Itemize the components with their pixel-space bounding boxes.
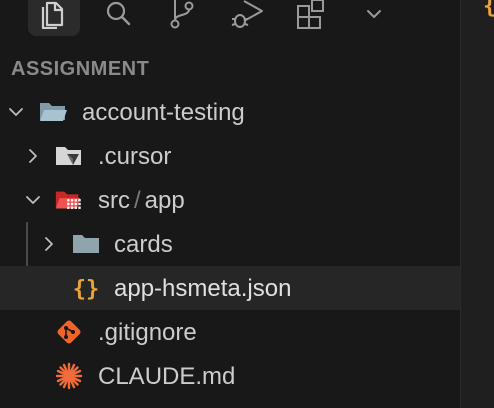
more-views-button[interactable] — [348, 0, 400, 36]
tree-item-app-hsmeta-json[interactable]: {} app-hsmeta.json — [0, 266, 460, 310]
folder-icon — [71, 230, 101, 258]
editor-area[interactable]: { — [461, 0, 494, 408]
chevron-right-icon — [45, 237, 53, 251]
extensions-button[interactable] — [284, 0, 336, 36]
explorer-button[interactable] — [28, 0, 80, 36]
editor-text-fragment: { — [483, 0, 494, 19]
tree-item-label: .cursor — [98, 143, 172, 170]
tree-item-gitignore[interactable]: .gitignore — [0, 310, 460, 354]
svg-text:{}: {} — [73, 277, 100, 301]
activity-bar — [0, 0, 460, 48]
tree-item-label: cards — [114, 231, 173, 258]
tree-item-label: src / app — [98, 187, 185, 215]
tree-item-label: app-hsmeta.json — [114, 275, 292, 302]
chevron-right-icon — [29, 149, 37, 163]
path-separator: / — [134, 187, 141, 214]
tree-item-label: .gitignore — [98, 319, 197, 346]
chevron-down-icon — [367, 10, 381, 18]
cursor-folder-icon — [54, 142, 84, 170]
folder-open-icon — [38, 98, 68, 126]
vscode-window: ASSIGNMENT account-testing .cursor src /… — [0, 0, 494, 408]
run-debug-icon — [231, 0, 263, 28]
source-control-icon — [170, 0, 194, 29]
source-control-button[interactable] — [156, 0, 208, 36]
extensions-icon — [297, 0, 324, 29]
tree-item-account-testing[interactable]: account-testing — [0, 90, 460, 134]
path-segment-app[interactable]: app — [145, 187, 185, 214]
explorer-section-title[interactable]: ASSIGNMENT — [11, 58, 149, 81]
tree-item-cards[interactable]: cards — [0, 222, 460, 266]
tree-item-label: account-testing — [82, 99, 245, 126]
tree-item-label: CLAUDE.md — [98, 363, 236, 390]
run-debug-button[interactable] — [220, 0, 272, 36]
tree-item-claude-md[interactable]: CLAUDE.md — [0, 354, 460, 398]
chevron-down-icon — [9, 108, 23, 116]
src-folder-open-icon — [54, 186, 84, 214]
git-icon — [54, 318, 84, 346]
tree-item-src-app[interactable]: src / app — [0, 178, 460, 222]
claude-icon — [54, 362, 84, 390]
path-segment-src[interactable]: src — [98, 187, 130, 214]
tree-item-cursor[interactable]: .cursor — [0, 134, 460, 178]
search-icon — [106, 1, 131, 26]
json-icon: {} — [71, 274, 101, 302]
chevron-down-icon — [26, 196, 40, 204]
files-icon — [41, 1, 64, 29]
search-button[interactable] — [92, 0, 144, 36]
